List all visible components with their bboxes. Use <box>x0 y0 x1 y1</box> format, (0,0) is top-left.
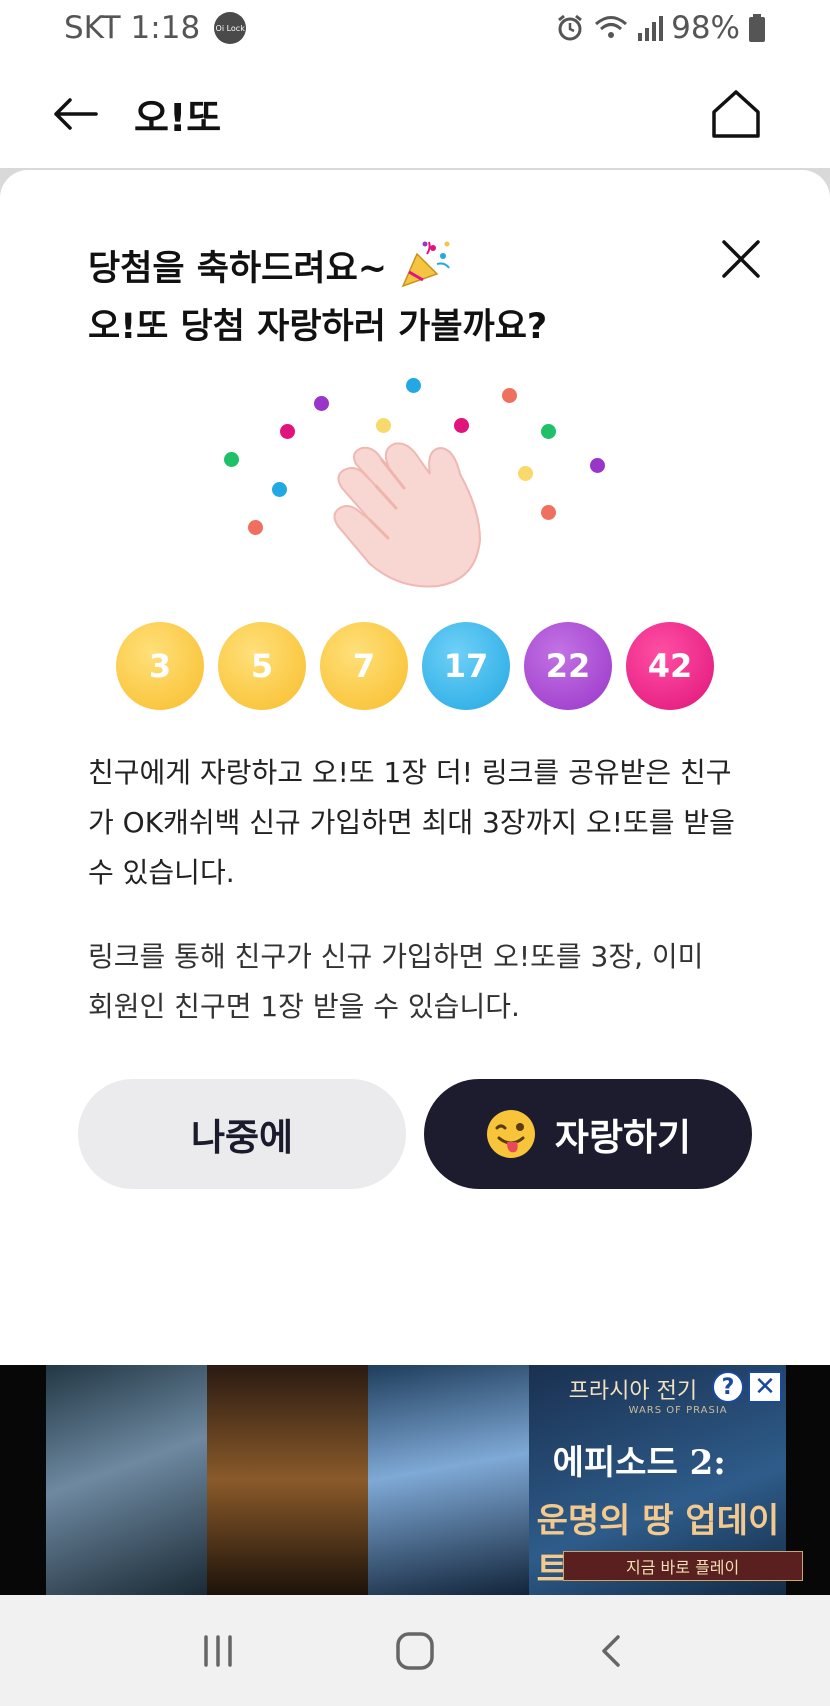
confetti-dot <box>280 424 295 439</box>
brag-button-label: 자랑하기 <box>554 1117 692 1158</box>
modal-headline: 당첨을 축하드려요~ 오!또 당첨 자랑하러 가볼까요? <box>88 240 547 356</box>
confetti-dot <box>541 424 556 439</box>
back-chevron-icon[interactable] <box>592 1631 632 1671</box>
ad-brand-sub: WARS OF PRASIA <box>628 1405 728 1416</box>
confetti-dot <box>406 378 421 393</box>
description-primary: 친구에게 자랑하고 오!또 1장 더! 링크를 공유받은 친구가 OK캐쉬백 신… <box>88 756 735 889</box>
winking-tongue-emoji-icon <box>486 1110 535 1158</box>
confetti-dot <box>314 396 329 411</box>
lotto-ball: 7 <box>320 622 408 710</box>
description-secondary: 링크를 통해 친구가 신규 가입하면 오!또를 3장, 이미 회원인 친구면 1… <box>88 940 704 1023</box>
carrier: SKT <box>64 10 121 46</box>
ad-image-panel <box>367 1365 529 1595</box>
ad-cta[interactable]: 지금 바로 플레이 <box>562 1551 803 1581</box>
battery-percent: 98% <box>671 10 740 46</box>
lock-app-icon: Oi Lock <box>214 12 247 44</box>
ad-artwork[interactable]: 프라시아 전기 WARS OF PRASIA 에피소드 2: 운명의 땅 업데이… <box>46 1365 803 1595</box>
system-nav-bar <box>0 1595 830 1706</box>
lotto-ball: 42 <box>626 622 714 710</box>
headline-text-1: 당첨을 축하드려요~ <box>88 249 388 289</box>
confetti-dot <box>518 466 533 481</box>
brag-button[interactable]: 자랑하기 <box>424 1079 752 1189</box>
later-button[interactable]: 나중에 <box>78 1079 406 1189</box>
wifi-icon <box>595 16 628 38</box>
confetti-dot <box>502 388 517 403</box>
confetti-dot <box>248 520 263 535</box>
clapping-hand-icon <box>333 442 482 588</box>
alarm-icon <box>558 14 583 41</box>
battery-icon <box>749 14 765 42</box>
lotto-ball: 3 <box>116 622 204 710</box>
party-popper-icon <box>401 241 451 288</box>
status-right: 98% <box>555 10 766 46</box>
page-title: 오!또 <box>134 95 222 140</box>
recents-icon[interactable] <box>198 1631 238 1671</box>
headline-line-1: 당첨을 축하드려요~ <box>88 240 547 298</box>
confetti-dot <box>541 505 556 520</box>
lotto-ball: 22 <box>524 622 612 710</box>
status-left: SKT 1:18 Oi Lock <box>64 10 247 46</box>
ad-image-panel <box>206 1365 368 1595</box>
lotto-ball: 17 <box>422 622 510 710</box>
status-bar: SKT 1:18 Oi Lock 98% <box>0 0 830 56</box>
headline-line-2: 오!또 당첨 자랑하러 가볼까요? <box>88 307 548 347</box>
ad-info-button[interactable]: ? <box>712 1371 744 1403</box>
confetti-dot <box>224 452 239 467</box>
confetti-dot <box>272 482 287 497</box>
ad-brand: 프라시아 전기 <box>568 1379 698 1404</box>
ad-headline-1: 에피소드 2: <box>552 1443 726 1483</box>
home-icon[interactable] <box>710 88 762 140</box>
signal-icon <box>638 16 664 41</box>
close-icon[interactable] <box>716 234 766 284</box>
lotto-numbers: 3 5 7 17 22 42 <box>116 622 714 710</box>
app-header: 오!또 <box>0 60 830 168</box>
back-arrow-icon[interactable] <box>50 94 100 134</box>
home-circle-icon[interactable] <box>393 1629 437 1673</box>
lotto-ball: 5 <box>218 622 306 710</box>
confetti-dot <box>590 458 605 473</box>
later-button-label: 나중에 <box>190 1117 294 1158</box>
ad-close-button[interactable]: ✕ <box>748 1371 782 1403</box>
ad-banner[interactable]: 프라시아 전기 WARS OF PRASIA 에피소드 2: 운명의 땅 업데이… <box>0 1365 830 1595</box>
ad-image-panel <box>46 1365 207 1595</box>
clock: 1:18 <box>130 10 201 46</box>
